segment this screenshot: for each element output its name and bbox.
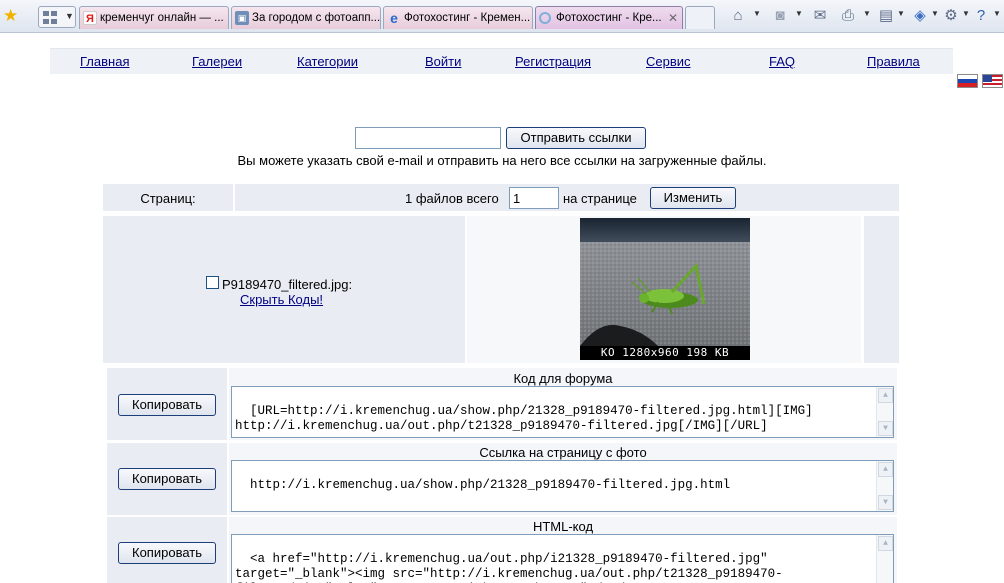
browser-tab[interactable]: e Фотохостинг - Кремен... (383, 6, 533, 29)
ie-icon: e (390, 10, 398, 26)
main-nav: Главная Галереи Категории Войти Регистра… (50, 48, 953, 74)
nav-item-rules[interactable]: Правила (867, 54, 920, 69)
thumbnail-caption: KO 1280x960 198 KB (580, 346, 750, 360)
email-input[interactable] (355, 127, 501, 149)
copy-forum-code-button[interactable]: Копировать (118, 394, 216, 416)
pages-label: Страниц: (140, 191, 196, 206)
browser-tab[interactable]: Я кременчуг онлайн — ... (79, 6, 229, 29)
email-hint: Вы можете указать свой e-mail и отправит… (237, 153, 767, 168)
photo-thumbnail[interactable]: KO 1280x960 198 KB (580, 218, 750, 360)
nav-item-categories[interactable]: Категории (297, 54, 358, 69)
copy-html-code-button[interactable]: Копировать (118, 542, 216, 564)
home-icon[interactable]: ⌂ (729, 7, 747, 25)
chevron-down-icon[interactable]: ▼ (65, 11, 74, 21)
rss-icon[interactable]: ◙ (771, 7, 789, 25)
browser-tab-title: Фотохостинг - Кре... (556, 12, 662, 24)
nav-item-galleries[interactable]: Галереи (192, 54, 242, 69)
nav-item-faq[interactable]: FAQ (769, 54, 795, 69)
send-links-button[interactable]: Отправить ссылки (506, 127, 646, 149)
yandex-icon: Я (83, 11, 97, 25)
quick-tabs-grid-icon (43, 11, 57, 24)
file-select-checkbox[interactable] (206, 276, 219, 289)
scrollbar[interactable]: ▲ ▼ (876, 461, 893, 511)
nav-item-home[interactable]: Главная (80, 54, 129, 69)
hide-codes-link[interactable]: Скрыть Коды! (240, 292, 323, 307)
scroll-down-icon[interactable]: ▼ (878, 421, 893, 436)
scroll-up-icon[interactable]: ▲ (878, 388, 893, 403)
scroll-down-icon[interactable]: ▼ (878, 495, 893, 510)
html-code-textarea[interactable]: <a href="http://i.kremenchug.ua/out.php/… (231, 534, 894, 583)
photo-icon: ▣ (235, 11, 249, 25)
nav-item-login[interactable]: Войти (425, 54, 461, 69)
browser-tab-title: За городом с фотоапп... (252, 12, 381, 24)
chevron-down-icon[interactable]: ▼ (863, 9, 871, 18)
page-link-text: http://i.kremenchug.ua/show.php/21328_p9… (250, 478, 731, 492)
us-flag-icon[interactable] (982, 74, 1003, 88)
browser-toolbar: ★ ▼ Я кременчуг онлайн — ... ▣ За городо… (0, 0, 1004, 33)
browser-tab-title: кременчуг онлайн — ... (100, 12, 224, 24)
scroll-up-icon[interactable]: ▲ (878, 536, 893, 551)
print-icon[interactable]: ⎙ (839, 7, 857, 25)
per-page-label: на странице (563, 191, 637, 206)
nav-item-service[interactable]: Сервис (646, 54, 691, 69)
grasshopper-photo (580, 218, 750, 360)
file-name: P9189470_filtered.jpg: (222, 277, 353, 292)
code-title-page-link: Ссылка на страницу с фото (479, 445, 647, 460)
chevron-down-icon[interactable]: ▼ (753, 9, 761, 18)
new-tab-button[interactable] (685, 6, 715, 29)
nav-item-register[interactable]: Регистрация (515, 54, 591, 69)
scrollbar[interactable]: ▲ ▼ (876, 387, 893, 437)
change-button[interactable]: Изменить (650, 187, 736, 209)
forum-code-textarea[interactable]: [URL=http://i.kremenchug.ua/show.php/213… (231, 386, 894, 438)
loading-icon (539, 12, 551, 24)
per-page-input[interactable] (509, 187, 559, 209)
html-code-text: <a href="http://i.kremenchug.ua/out.php/… (235, 552, 783, 583)
files-total-label: 1 файлов всего (405, 191, 499, 206)
page-icon[interactable]: ▤ (877, 7, 895, 25)
code-title-forum: Код для форума (513, 371, 613, 386)
empty-cell (864, 216, 899, 363)
help-icon[interactable]: ? (972, 7, 990, 25)
scrollbar[interactable]: ▲ (876, 535, 893, 583)
page-link-textarea[interactable]: http://i.kremenchug.ua/show.php/21328_p9… (231, 460, 894, 512)
pages-cell: Страниц: (103, 184, 233, 211)
chevron-down-icon[interactable]: ▼ (897, 9, 905, 18)
ru-flag-icon[interactable] (957, 74, 978, 88)
chevron-down-icon[interactable]: ▼ (795, 9, 803, 18)
scroll-up-icon[interactable]: ▲ (878, 462, 893, 477)
tools-icon[interactable]: ⚙ (942, 7, 960, 25)
mail-icon[interactable]: ✉ (811, 7, 829, 25)
favorites-star-icon[interactable]: ★ (3, 7, 18, 24)
chevron-down-icon[interactable]: ▼ (931, 9, 939, 18)
quick-tabs-button[interactable]: ▼ (38, 6, 76, 28)
chevron-down-icon[interactable]: ▼ (962, 9, 970, 18)
close-icon[interactable]: ✕ (668, 7, 678, 29)
browser-tab-active[interactable]: Фотохостинг - Кре... ✕ (535, 6, 683, 29)
code-title-html: HTML-код (532, 519, 594, 534)
copy-page-link-button[interactable]: Копировать (118, 468, 216, 490)
browser-tab[interactable]: ▣ За городом с фотоапп... (231, 6, 381, 29)
browser-tab-title: Фотохостинг - Кремен... (404, 12, 531, 24)
chevron-down-icon[interactable]: ▼ (993, 9, 1001, 18)
forum-code-text: [URL=http://i.kremenchug.ua/show.php/213… (235, 404, 813, 433)
safety-icon[interactable]: ◈ (911, 7, 929, 25)
